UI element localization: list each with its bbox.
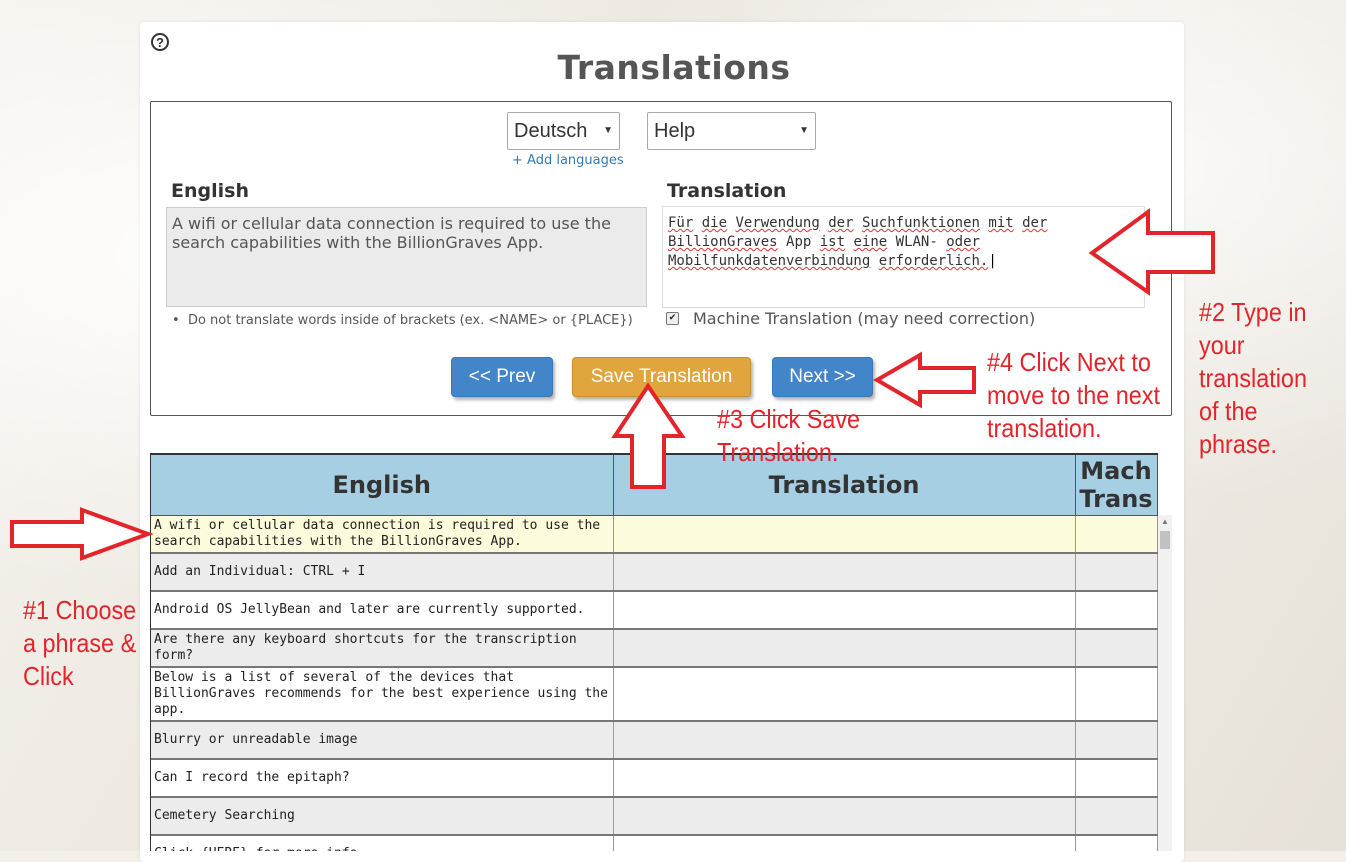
annotation-step4: #4 Click Next to move to the next transl… <box>987 346 1160 445</box>
arrow-step1-icon <box>10 507 154 561</box>
arrow-step4-icon <box>873 351 976 409</box>
annotation-line: #3 Click Save <box>717 404 861 434</box>
annotation-step2: #2 Type in your translation of the phras… <box>1199 296 1307 461</box>
arrow-step2-icon <box>1088 208 1215 296</box>
annotation-line: Click <box>23 661 74 691</box>
annotation-line: a phrase & <box>23 628 137 658</box>
annotation-line: translation <box>1199 363 1307 393</box>
arrow-step3-icon <box>611 382 686 489</box>
annotation-line: #2 Type in <box>1199 297 1307 327</box>
annotation-line: phrase. <box>1199 429 1278 459</box>
annotation-line: translation. <box>987 413 1102 443</box>
annotation-line: move to the next <box>987 380 1161 410</box>
annotation-line: Translation. <box>717 437 839 467</box>
annotation-line: your <box>1199 330 1245 360</box>
annotation-line: #4 Click Next to <box>987 347 1151 377</box>
annotation-step3: #3 Click Save Translation. <box>717 403 860 469</box>
annotation-step1: #1 Choose a phrase & Click <box>23 594 136 693</box>
annotation-line: of the <box>1199 396 1258 426</box>
annotation-line: #1 Choose <box>23 595 137 625</box>
